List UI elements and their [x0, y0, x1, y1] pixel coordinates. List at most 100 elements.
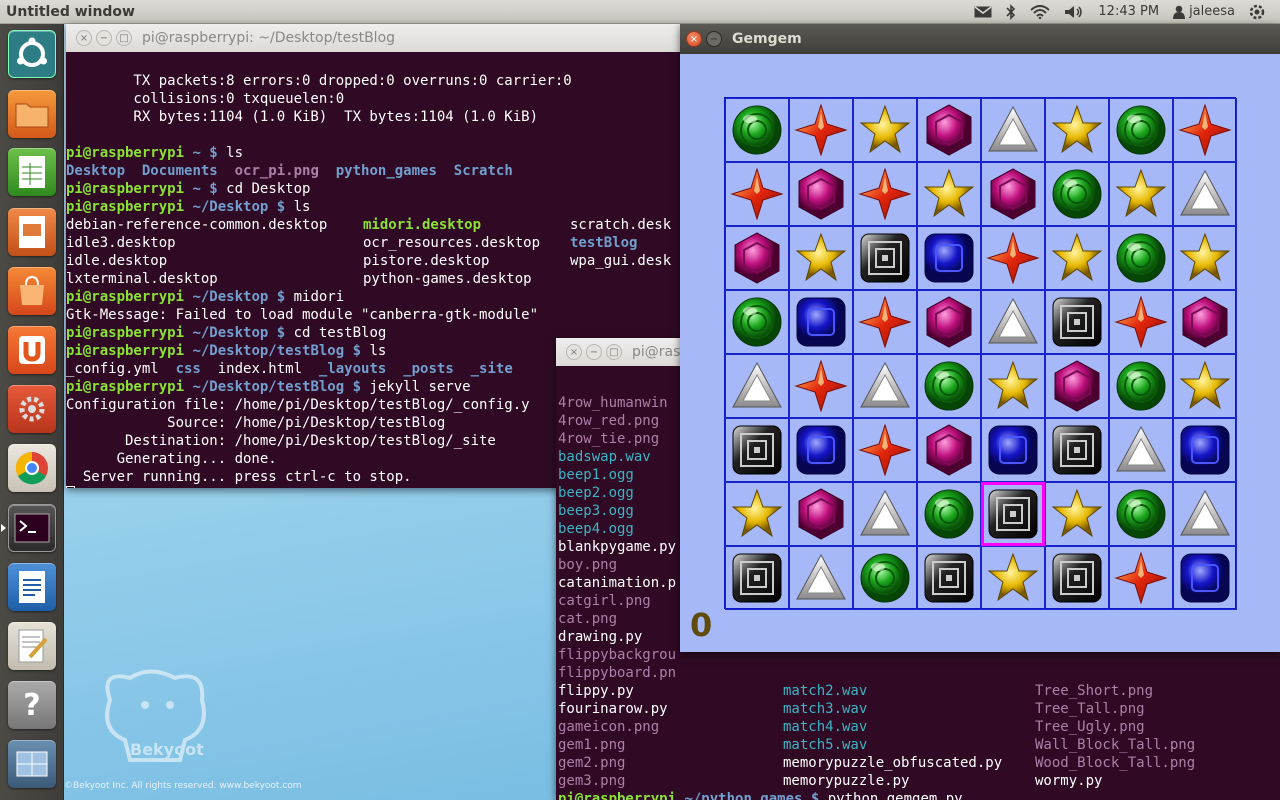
help-icon[interactable]: ?: [8, 681, 56, 729]
gem-cell[interactable]: [1173, 418, 1237, 482]
close-icon[interactable]: ×: [686, 31, 702, 47]
terminal-icon[interactable]: [8, 504, 56, 552]
gem-cell[interactable]: [1109, 354, 1173, 418]
bluetooth-icon[interactable]: [999, 3, 1023, 20]
gem-cell[interactable]: [1045, 546, 1109, 610]
gem-cell[interactable]: [853, 98, 917, 162]
files-folder-icon[interactable]: [8, 90, 56, 138]
gem-cell[interactable]: [981, 290, 1045, 354]
system-settings-icon[interactable]: [8, 385, 56, 433]
clock[interactable]: 12:43 PM: [1091, 4, 1166, 19]
wifi-icon[interactable]: [1023, 4, 1057, 19]
gem-cell[interactable]: [789, 290, 853, 354]
close-icon[interactable]: ×: [76, 30, 92, 46]
minimize-icon[interactable]: −: [706, 31, 722, 47]
file-entry: catanimation.p: [558, 575, 677, 591]
text-editor-icon[interactable]: [8, 622, 56, 670]
gem-cell[interactable]: [917, 482, 981, 546]
gem-cell[interactable]: [981, 418, 1045, 482]
gemgem-titlebar[interactable]: × − Gemgem: [680, 24, 1280, 54]
gem-cell[interactable]: [853, 290, 917, 354]
writer-icon[interactable]: [8, 563, 56, 611]
gem-cell[interactable]: [789, 354, 853, 418]
gem-cell[interactable]: [917, 162, 981, 226]
maximize-icon[interactable]: □: [606, 344, 622, 360]
minimize-icon[interactable]: −: [586, 344, 602, 360]
gem-cell[interactable]: [725, 418, 789, 482]
gem-cell[interactable]: [853, 546, 917, 610]
gem-cell[interactable]: [725, 354, 789, 418]
workspace-switcher-icon[interactable]: [8, 740, 56, 788]
gem-board[interactable]: [724, 97, 1237, 610]
chrome-icon[interactable]: [8, 444, 56, 492]
gem-cell[interactable]: [853, 354, 917, 418]
volume-icon[interactable]: [1057, 5, 1091, 19]
gem-cell[interactable]: [1173, 226, 1237, 290]
gem-cell[interactable]: [917, 226, 981, 290]
gem-cell[interactable]: [1173, 482, 1237, 546]
gem-cell[interactable]: [789, 546, 853, 610]
gem-cell[interactable]: [725, 226, 789, 290]
gem-cell[interactable]: [1109, 482, 1173, 546]
software-center-bag-icon[interactable]: [8, 267, 56, 315]
gem-cell[interactable]: [981, 482, 1045, 546]
gem-cell[interactable]: [789, 418, 853, 482]
gem-cell[interactable]: [725, 482, 789, 546]
gem-cell[interactable]: [1109, 290, 1173, 354]
gemgem-canvas[interactable]: 0: [680, 54, 1280, 652]
gem-cell[interactable]: [1173, 162, 1237, 226]
gem-cell[interactable]: [789, 162, 853, 226]
terminal-titlebar[interactable]: × − □ pi@raspberrypi: ~/Desktop/testBlog: [66, 24, 680, 52]
gem-cell[interactable]: [725, 98, 789, 162]
gem-cell[interactable]: [1045, 98, 1109, 162]
gem-cell[interactable]: [789, 226, 853, 290]
gem-cell[interactable]: [853, 226, 917, 290]
gem-cell[interactable]: [917, 418, 981, 482]
ubuntu-one-icon[interactable]: [8, 326, 56, 374]
gem-cell[interactable]: [1045, 354, 1109, 418]
gem-cell[interactable]: [1173, 290, 1237, 354]
gem-cell[interactable]: [853, 418, 917, 482]
gem-cell[interactable]: [981, 162, 1045, 226]
gem-cell[interactable]: [1109, 162, 1173, 226]
gem-cell[interactable]: [1173, 546, 1237, 610]
gem-cell[interactable]: [1045, 162, 1109, 226]
gem-cell[interactable]: [1109, 546, 1173, 610]
user-menu[interactable]: jaleesa: [1166, 4, 1242, 19]
star-gem-icon: [1179, 360, 1231, 410]
gem-cell[interactable]: [853, 482, 917, 546]
spreadsheet-icon[interactable]: [8, 148, 56, 196]
gem-cell[interactable]: [917, 98, 981, 162]
mail-icon[interactable]: [967, 5, 999, 18]
gem-cell[interactable]: [725, 546, 789, 610]
gem-cell[interactable]: [981, 98, 1045, 162]
gem-cell[interactable]: [725, 290, 789, 354]
session-gear-icon[interactable]: [1242, 4, 1272, 20]
close-icon[interactable]: ×: [566, 344, 582, 360]
gem-cell[interactable]: [789, 98, 853, 162]
minimize-icon[interactable]: −: [96, 30, 112, 46]
gem-cell[interactable]: [725, 162, 789, 226]
ubuntu-dash-icon[interactable]: [8, 30, 56, 78]
gem-cell[interactable]: [917, 354, 981, 418]
gem-cell[interactable]: [1173, 98, 1237, 162]
presentation-icon[interactable]: [8, 208, 56, 256]
gem-cell[interactable]: [981, 226, 1045, 290]
gem-cell[interactable]: [917, 546, 981, 610]
gemgem-window[interactable]: × − Gemgem 0: [680, 24, 1280, 652]
gem-cell[interactable]: [1173, 354, 1237, 418]
gem-cell[interactable]: [1109, 418, 1173, 482]
gem-cell[interactable]: [981, 546, 1045, 610]
gem-cell[interactable]: [1109, 98, 1173, 162]
gem-cell[interactable]: [1045, 226, 1109, 290]
gem-cell[interactable]: [1109, 226, 1173, 290]
gem-cell[interactable]: [853, 162, 917, 226]
gem-cell[interactable]: [981, 354, 1045, 418]
gem-cell[interactable]: [1045, 418, 1109, 482]
gem-cell[interactable]: [789, 482, 853, 546]
file-entry: beep4.ogg: [558, 521, 634, 537]
maximize-icon[interactable]: □: [116, 30, 132, 46]
gem-cell[interactable]: [917, 290, 981, 354]
gem-cell[interactable]: [1045, 482, 1109, 546]
gem-cell[interactable]: [1045, 290, 1109, 354]
